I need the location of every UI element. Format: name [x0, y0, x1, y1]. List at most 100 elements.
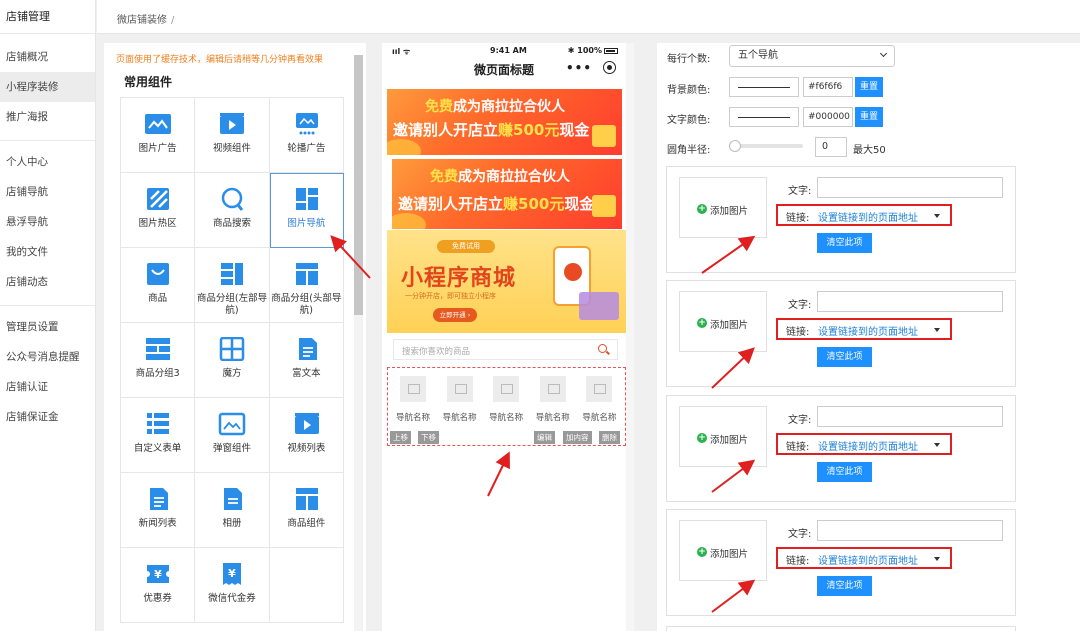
sidebar-item-personal[interactable]: 个人中心 — [0, 147, 95, 177]
component-label: 优惠券 — [143, 593, 172, 604]
component-wechat-voucher[interactable]: ¥ 微信代金券 — [195, 548, 270, 623]
component-group3[interactable]: 商品分组3 — [121, 323, 196, 398]
clear-item-button[interactable]: 清空此项 — [817, 347, 872, 367]
breadcrumb-separator: / — [171, 15, 175, 26]
per-row-select[interactable]: 五个导航 — [729, 45, 895, 67]
component-hotspot[interactable]: 图片热区 — [121, 173, 196, 248]
nav-item[interactable]: 导航名称 — [530, 376, 576, 423]
component-group-left[interactable]: 商品分组(左部导航) — [195, 248, 270, 323]
text-input[interactable] — [817, 520, 1003, 541]
text-input[interactable] — [817, 291, 1003, 312]
video-list-icon — [292, 412, 322, 436]
open-now-button[interactable]: 立即开通 › — [433, 308, 477, 322]
banner-ad[interactable]: 免费成为商拉拉合伙人 邀请别人开店立赚500元现金 — [392, 159, 622, 229]
nav-image-placeholder-icon — [539, 376, 566, 402]
edit-button[interactable]: 编辑 — [534, 431, 555, 444]
component-video[interactable]: 视频组件 — [195, 98, 270, 173]
battery-status: ✱ 100% — [568, 46, 618, 55]
component-coupon[interactable]: ¥ 优惠券 — [121, 548, 196, 623]
radius-slider[interactable] — [729, 140, 803, 152]
goods-search-bar[interactable]: 搜索你喜欢的商品 — [393, 339, 618, 360]
nav-item[interactable]: 导航名称 — [390, 376, 436, 423]
component-image-nav[interactable]: 图片导航 — [269, 173, 344, 248]
top-bar: 微店铺装修 / — [97, 0, 1080, 34]
battery-icon — [604, 47, 618, 54]
component-video-list[interactable]: 视频列表 — [269, 398, 344, 473]
delete-button[interactable]: 删除 — [599, 431, 620, 444]
component-form[interactable]: 自定义表单 — [121, 398, 196, 473]
clear-item-button[interactable]: 清空此项 — [817, 233, 872, 253]
sidebar-item-wechat-notify[interactable]: 公众号消息提醒 — [0, 342, 95, 372]
add-image-button[interactable]: + 添加图片 — [679, 520, 767, 581]
bg-color-picker[interactable] — [729, 77, 799, 97]
component-group-top[interactable]: 商品分组(头部导航) — [269, 248, 344, 323]
wechat-voucher-icon: ¥ — [217, 562, 247, 586]
link-select[interactable]: 链接: 设置链接到的页面地址 — [776, 433, 952, 455]
text-color-hex[interactable]: #000000 — [803, 107, 853, 127]
move-up-button[interactable]: 上移 — [390, 431, 411, 444]
component-cube[interactable]: 魔方 — [195, 323, 270, 398]
sidebar-item-poster[interactable]: 推广海报 — [0, 102, 95, 132]
nav-item-card: + 添加图片 文字: 链接: 设置链接到的页面地址 清空此项 — [666, 280, 1016, 387]
component-label: 视频组件 — [212, 143, 251, 154]
component-album[interactable]: 相册 — [195, 473, 270, 548]
component-carousel[interactable]: 轮播广告 — [269, 98, 344, 173]
nav-item[interactable]: 导航名称 — [437, 376, 483, 423]
link-select[interactable]: 链接: 设置链接到的页面地址 — [776, 547, 952, 569]
cube-icon — [217, 336, 247, 362]
component-label: 商品组件 — [287, 518, 326, 529]
link-select[interactable]: 链接: 设置链接到的页面地址 — [776, 204, 952, 226]
banner-free: 免费 — [425, 99, 453, 115]
component-popup[interactable]: 弹窗组件 — [195, 398, 270, 473]
component-search[interactable]: 商品搜索 — [195, 173, 270, 248]
target-icon[interactable] — [603, 61, 616, 74]
text-input[interactable] — [817, 406, 1003, 427]
move-down-button[interactable]: 下移 — [418, 431, 439, 444]
text-color-picker[interactable] — [729, 107, 799, 127]
nav-image-placeholder-icon — [493, 376, 520, 402]
sidebar-item-admin[interactable]: 管理员设置 — [0, 312, 95, 342]
add-image-button[interactable]: + 添加图片 — [679, 406, 767, 467]
component-goods[interactable]: 商品 — [121, 248, 196, 323]
sidebar-item-deposit[interactable]: 店铺保证金 — [0, 402, 95, 432]
sidebar-item-news[interactable]: 店铺动态 — [0, 267, 95, 297]
slider-handle[interactable] — [729, 140, 741, 152]
sidebar-item-float-nav[interactable]: 悬浮导航 — [0, 207, 95, 237]
add-content-button[interactable]: 加内容 — [563, 431, 592, 444]
nav-item[interactable]: 导航名称 — [576, 376, 622, 423]
more-icon[interactable]: ••• — [566, 61, 592, 75]
scrollbar-thumb[interactable] — [354, 55, 363, 315]
nav-item-card: + 添加图片 文字: 链接: 设置链接到的页面地址 清空此项 — [666, 395, 1016, 502]
breadcrumb-item[interactable]: 微店铺装修 — [117, 15, 167, 26]
add-image-button[interactable]: + 添加图片 — [679, 291, 767, 352]
preview-scrollbar[interactable] — [626, 43, 634, 631]
bg-color-hex[interactable]: #f6f6f6 — [803, 77, 853, 97]
banner-cash: 现金 — [564, 195, 595, 213]
decor-shape — [387, 139, 421, 155]
component-label: 商品搜索 — [212, 218, 251, 229]
add-image-button[interactable]: + 添加图片 — [679, 177, 767, 238]
clear-item-button[interactable]: 清空此项 — [817, 462, 872, 482]
component-richtext[interactable]: 富文本 — [269, 323, 344, 398]
clear-item-button[interactable]: 清空此项 — [817, 576, 872, 596]
miniapp-mall-banner[interactable]: 免费试用 小程序商城 一分钟开店，即可独立小程序 立即开通 › — [387, 230, 626, 333]
component-scrollbar[interactable] — [354, 55, 363, 631]
sidebar-item-verify[interactable]: 店铺认证 — [0, 372, 95, 402]
nav-item[interactable]: 导航名称 — [483, 376, 529, 423]
sidebar-item-miniapp-decor[interactable]: 小程序装修 — [0, 72, 95, 102]
link-select[interactable]: 链接: 设置链接到的页面地址 — [776, 318, 952, 340]
component-image-ad[interactable]: 图片广告 — [121, 98, 196, 173]
component-goods-comp[interactable]: 商品组件 — [269, 473, 344, 548]
sidebar-item-overview[interactable]: 店铺概况 — [0, 42, 95, 72]
sidebar-item-shop-nav[interactable]: 店铺导航 — [0, 177, 95, 207]
svg-text:¥: ¥ — [229, 567, 237, 580]
image-nav-block[interactable]: 上移 下移 编辑 加内容 删除 导航名称 导航名称 导航名称 导航名称 导航名称 — [387, 367, 626, 446]
banner-ad[interactable]: 免费成为商拉拉合伙人 邀请别人开店立赚500元现金 — [387, 89, 622, 155]
text-input[interactable] — [817, 177, 1003, 198]
component-news[interactable]: 新闻列表 — [121, 473, 196, 548]
bg-reset-button[interactable]: 重置 — [855, 77, 883, 97]
radius-input[interactable]: 0 — [815, 137, 847, 157]
text-reset-button[interactable]: 重置 — [855, 107, 883, 127]
sidebar-item-files[interactable]: 我的文件 — [0, 237, 95, 267]
sidebar-title: 店铺管理 — [0, 0, 95, 34]
